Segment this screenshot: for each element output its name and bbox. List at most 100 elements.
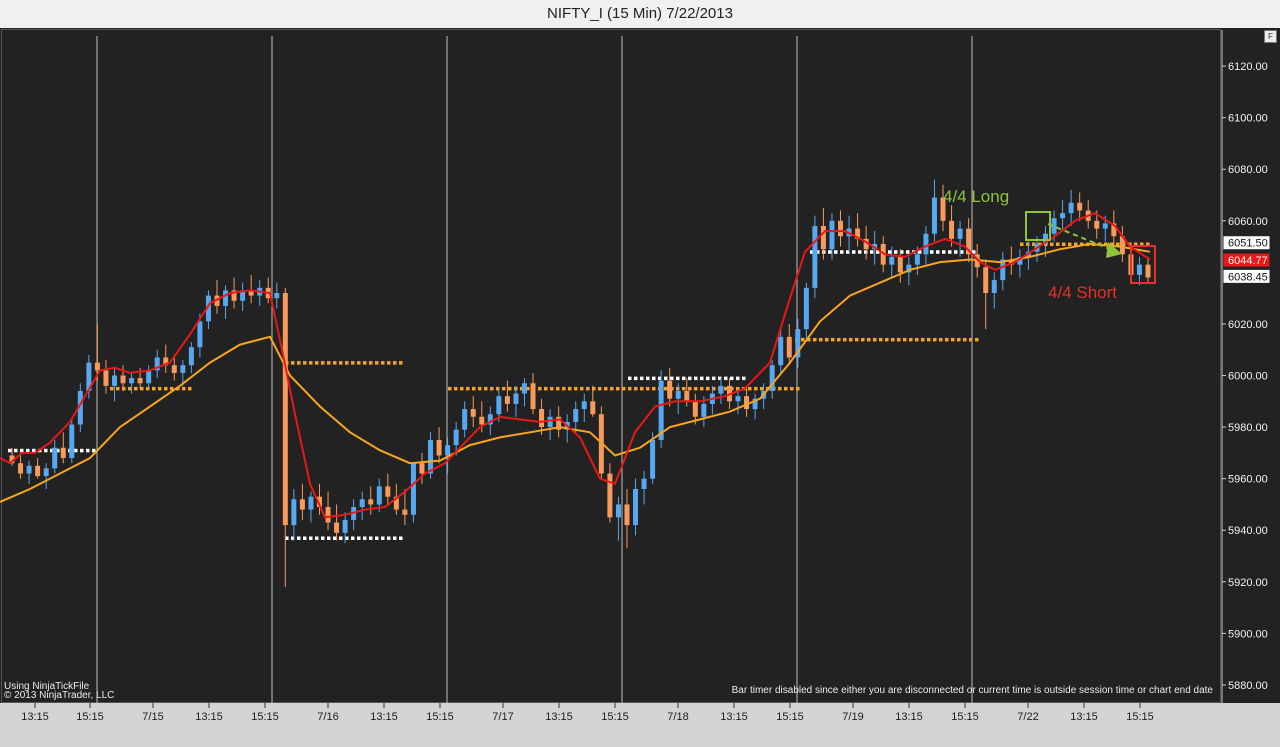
candle-down[interactable] [530,383,536,410]
candle-up[interactable] [197,321,203,348]
stop-dot [801,337,805,342]
candle-up[interactable] [701,403,707,417]
candle-up[interactable] [26,465,32,474]
candle-down[interactable] [949,220,955,239]
candle-down[interactable] [624,504,630,526]
candle-up[interactable] [52,447,58,469]
candle-down[interactable] [325,507,331,523]
candle-up[interactable] [1102,223,1108,229]
candle-down[interactable] [590,401,596,415]
candle-down[interactable] [470,409,476,417]
candle-up[interactable] [180,365,186,373]
candle-up[interactable] [146,370,152,384]
candle-down[interactable] [539,409,545,428]
candle-up[interactable] [650,439,656,479]
candle-up[interactable] [735,396,741,402]
candle-up[interactable] [641,478,647,489]
stop-dot [640,386,644,391]
stop-dot [634,376,638,381]
candle-up[interactable] [445,445,451,456]
candle-up[interactable] [957,228,963,239]
candle-down[interactable] [436,439,442,456]
candle-up[interactable] [1068,202,1074,214]
candle-up[interactable] [889,256,895,265]
candle-up[interactable] [111,375,117,386]
candle-up[interactable] [778,336,784,366]
float-button[interactable]: F [1264,30,1277,43]
candle-up[interactable] [521,383,527,394]
candle-up[interactable] [914,254,920,265]
candle-up[interactable] [69,424,75,459]
candle-up[interactable] [1136,264,1142,275]
candle-down[interactable] [1094,220,1100,229]
candle-up[interactable] [718,385,724,394]
candle-down[interactable] [897,256,903,273]
stop-dot [381,536,385,540]
candle-down[interactable] [744,396,750,410]
candle-up[interactable] [428,439,434,474]
candle-up[interactable] [581,401,587,410]
candle-down[interactable] [667,380,673,399]
candle-down[interactable] [120,375,126,384]
stop-dot [915,337,919,342]
candle-up[interactable] [410,463,416,515]
candle-down[interactable] [504,396,510,404]
candle-up[interactable] [923,233,929,255]
candle-down[interactable] [299,499,305,510]
candle-up[interactable] [931,197,937,234]
candle-up[interactable] [513,393,519,404]
candle-down[interactable] [786,336,792,358]
price-chart[interactable]: 6120.006100.006080.006060.006040.006020.… [0,28,1280,747]
candle-up[interactable] [573,409,579,422]
candle-down[interactable] [838,220,844,237]
candle-up[interactable] [274,293,280,299]
candle-down[interactable] [35,465,41,477]
stop-dot [369,361,373,365]
candle-up[interactable] [223,290,229,306]
candle-up[interactable] [803,287,809,330]
candle-up[interactable] [129,378,135,384]
candle-down[interactable] [60,447,66,459]
candle-up[interactable] [188,347,194,366]
candle-up[interactable] [308,496,314,510]
candle-up[interactable] [991,280,997,294]
candle-up[interactable] [359,499,365,508]
candle-up[interactable] [633,488,639,526]
candle-down[interactable] [479,416,485,425]
candle-up[interactable] [829,220,835,250]
candle-down[interactable] [368,499,374,505]
candle-down[interactable] [334,522,340,533]
candle-down[interactable] [1145,264,1151,278]
candle-down[interactable] [94,362,100,371]
candle-down[interactable] [402,509,408,515]
stop-dot [813,337,817,342]
candle-down[interactable] [282,293,288,526]
candle-up[interactable] [43,468,49,477]
candle-down[interactable] [18,463,24,474]
candle-down[interactable] [103,370,109,386]
candle-down[interactable] [983,267,989,294]
candle-down[interactable] [419,463,425,474]
candle-down[interactable] [385,486,391,497]
candle-up[interactable] [462,409,468,430]
candle-up[interactable] [291,499,297,526]
candle-up[interactable] [675,390,681,399]
candle-up[interactable] [812,225,818,288]
stop-dot [700,386,704,391]
candle-up[interactable] [496,396,502,415]
candle-down[interactable] [1077,202,1083,211]
candle-up[interactable] [376,486,382,505]
candle-up[interactable] [1060,213,1066,219]
candle-down[interactable] [171,365,177,373]
candle-down[interactable] [684,390,690,402]
candle-down[interactable] [692,401,698,417]
candle-up[interactable] [342,519,348,533]
candle-down[interactable] [820,225,826,250]
candle-down[interactable] [607,473,613,518]
candle-down[interactable] [137,378,143,384]
candle-up[interactable] [547,416,553,428]
stop-dot [454,386,458,391]
x-tick-label: 7/16 [317,711,338,723]
candle-up[interactable] [615,504,621,518]
candle-up[interactable] [453,429,459,446]
